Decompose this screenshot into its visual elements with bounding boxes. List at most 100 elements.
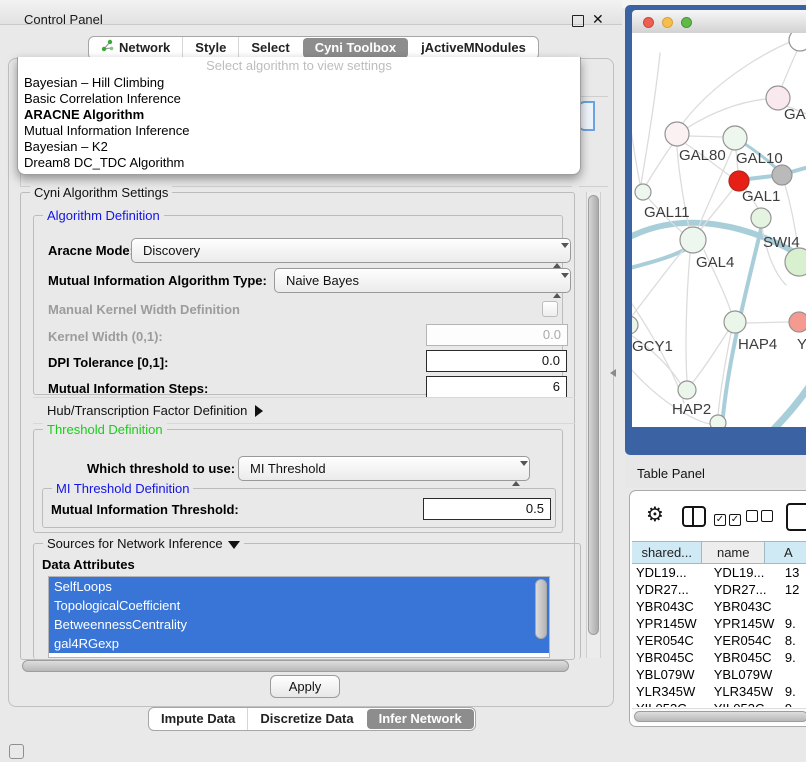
table-cell[interactable]: YIL053C — [712, 700, 781, 707]
table-cell[interactable]: YER054C — [632, 632, 712, 649]
table-cell[interactable]: YBL079W — [632, 666, 712, 683]
table-cell[interactable]: 9. — [781, 649, 806, 666]
deselect-all-icon[interactable] — [746, 510, 773, 525]
table-cell[interactable]: 9. — [781, 683, 806, 700]
column-header-name[interactable]: name — [702, 541, 765, 564]
manual-kernel-checkbox[interactable] — [542, 301, 558, 317]
mi-steps-field[interactable]: 6 — [426, 376, 567, 398]
table-row[interactable]: YBR043CYBR043C — [632, 598, 806, 615]
table-cell[interactable]: YPR145W — [632, 615, 712, 632]
network-edge[interactable] — [641, 53, 660, 184]
network-node[interactable] — [678, 381, 696, 399]
collapsed-panel-icon[interactable] — [9, 744, 24, 759]
network-canvas[interactable]: GALGAL80GAL10GAL1GAL11SWI4GAL4GCY1HAP4YH… — [632, 33, 806, 427]
table-cell[interactable]: YDR27... — [632, 581, 712, 598]
tab-infer-network[interactable]: Infer Network — [367, 709, 474, 729]
network-node[interactable] — [635, 184, 651, 200]
hub-factor-expander[interactable]: Hub/Transcription Factor Definition — [33, 397, 575, 424]
network-edge[interactable] — [748, 176, 773, 179]
mi-threshold-field[interactable]: 0.5 — [423, 498, 551, 520]
mi-type-combo[interactable]: Naive Bayes — [274, 268, 571, 293]
table-cell[interactable] — [781, 598, 806, 615]
table-cell[interactable]: YDL19... — [632, 564, 712, 581]
algorithm-option-selected[interactable]: ARACNE Algorithm — [18, 107, 580, 123]
kernel-width-field[interactable]: 0.0 — [426, 324, 568, 346]
network-edge[interactable] — [689, 136, 723, 137]
table-row[interactable]: YIL053CYIL053C9 — [632, 700, 806, 707]
select-all-icon[interactable]: ✓✓ — [714, 510, 741, 526]
apply-button[interactable]: Apply — [270, 675, 340, 698]
algorithm-option[interactable]: Basic Correlation Inference — [18, 91, 580, 107]
table-row[interactable]: YER054CYER054C8. — [632, 632, 806, 649]
network-edge[interactable] — [746, 322, 789, 323]
network-node[interactable] — [665, 122, 689, 146]
attribute-item-selected[interactable]: TopologicalCoefficient — [49, 596, 549, 615]
table-cell[interactable]: 8. — [781, 632, 806, 649]
tab-impute-data[interactable]: Impute Data — [149, 708, 247, 730]
close-icon[interactable]: ✕ — [592, 11, 604, 28]
table-row[interactable]: YDL19...YDL19...13 — [632, 564, 806, 581]
settings-hscrollbar-thumb[interactable] — [22, 660, 569, 672]
splitter-collapse-arrow[interactable] — [610, 369, 616, 377]
tab-jactivemnodules[interactable]: jActiveMNodules — [409, 37, 538, 59]
algorithm-option[interactable]: Bayesian – Hill Climbing — [18, 75, 580, 91]
table-cell[interactable]: YBR045C — [632, 649, 712, 666]
page-icon[interactable] — [786, 503, 806, 531]
which-threshold-combo[interactable]: MI Threshold — [238, 456, 530, 481]
network-node[interactable] — [723, 126, 747, 150]
tab-discretize-data[interactable]: Discretize Data — [247, 708, 365, 730]
table-row[interactable]: YDR27...YDR27...12 — [632, 581, 806, 598]
table-cell[interactable]: YBR043C — [632, 598, 712, 615]
column-header-partial[interactable]: A — [765, 541, 806, 564]
close-light[interactable] — [643, 17, 654, 28]
algorithm-option[interactable]: Mutual Information Inference — [18, 123, 580, 139]
table-hscrollbar-thumb[interactable] — [634, 711, 806, 722]
attribute-item-selected[interactable]: gal4RGexp — [49, 634, 549, 653]
network-node[interactable] — [751, 208, 771, 228]
network-node[interactable] — [724, 311, 746, 333]
algorithm-option[interactable]: Bayesian – K2 — [18, 139, 580, 155]
network-edge[interactable] — [782, 49, 798, 86]
list-scrollbar-thumb[interactable] — [535, 579, 547, 639]
network-edge[interactable] — [682, 39, 798, 124]
network-node[interactable] — [632, 316, 638, 334]
network-edge[interactable] — [770, 381, 806, 427]
table-cell[interactable]: YBR045C — [712, 649, 781, 666]
table-cell[interactable]: 13 — [781, 564, 806, 581]
tab-select[interactable]: Select — [238, 37, 301, 59]
zoom-light[interactable] — [681, 17, 692, 28]
settings-vscrollbar[interactable] — [586, 192, 601, 658]
table-cell[interactable]: 9. — [781, 615, 806, 632]
table-row[interactable]: YBR045CYBR045C9. — [632, 649, 806, 666]
network-edge[interactable] — [693, 331, 728, 382]
table-cell[interactable]: YER054C — [712, 632, 781, 649]
minimize-light[interactable] — [662, 17, 673, 28]
tab-cyni-toolbox[interactable]: Cyni Toolbox — [303, 38, 408, 58]
tab-network[interactable]: Network — [89, 37, 182, 59]
network-node[interactable] — [772, 165, 792, 185]
columns-icon[interactable] — [682, 506, 706, 527]
table-cell[interactable] — [781, 666, 806, 683]
column-header-shared[interactable]: shared... — [632, 541, 702, 564]
network-node[interactable] — [789, 312, 806, 332]
network-edge[interactable] — [632, 247, 689, 269]
attribute-item-selected[interactable]: BetweennessCentrality — [49, 615, 549, 634]
table-row[interactable]: YBL079WYBL079W — [632, 666, 806, 683]
table-cell[interactable]: YBL079W — [712, 666, 781, 683]
table-cell[interactable]: YLR345W — [712, 683, 781, 700]
network-edge[interactable] — [686, 253, 690, 381]
table-cell[interactable]: YDL19... — [712, 564, 781, 581]
network-node[interactable] — [680, 227, 706, 253]
network-edge[interactable] — [646, 145, 672, 185]
settings-hscrollbar[interactable] — [20, 658, 573, 672]
network-edge[interactable] — [632, 103, 640, 184]
network-canvas-svg[interactable]: GALGAL80GAL10GAL1GAL11SWI4GAL4GCY1HAP4YH… — [632, 33, 806, 427]
table-cell[interactable]: YDR27... — [712, 581, 781, 598]
network-node[interactable] — [785, 248, 806, 276]
aracne-mode-combo[interactable]: Discovery — [131, 238, 571, 263]
gear-icon[interactable]: ⚙ — [646, 505, 664, 525]
table-row[interactable]: YPR145WYPR145W9. — [632, 615, 806, 632]
dpi-tolerance-field[interactable]: 0.0 — [426, 350, 567, 372]
attribute-item-selected[interactable]: SelfLoops — [49, 577, 549, 596]
settings-vscrollbar-thumb[interactable] — [588, 195, 599, 635]
